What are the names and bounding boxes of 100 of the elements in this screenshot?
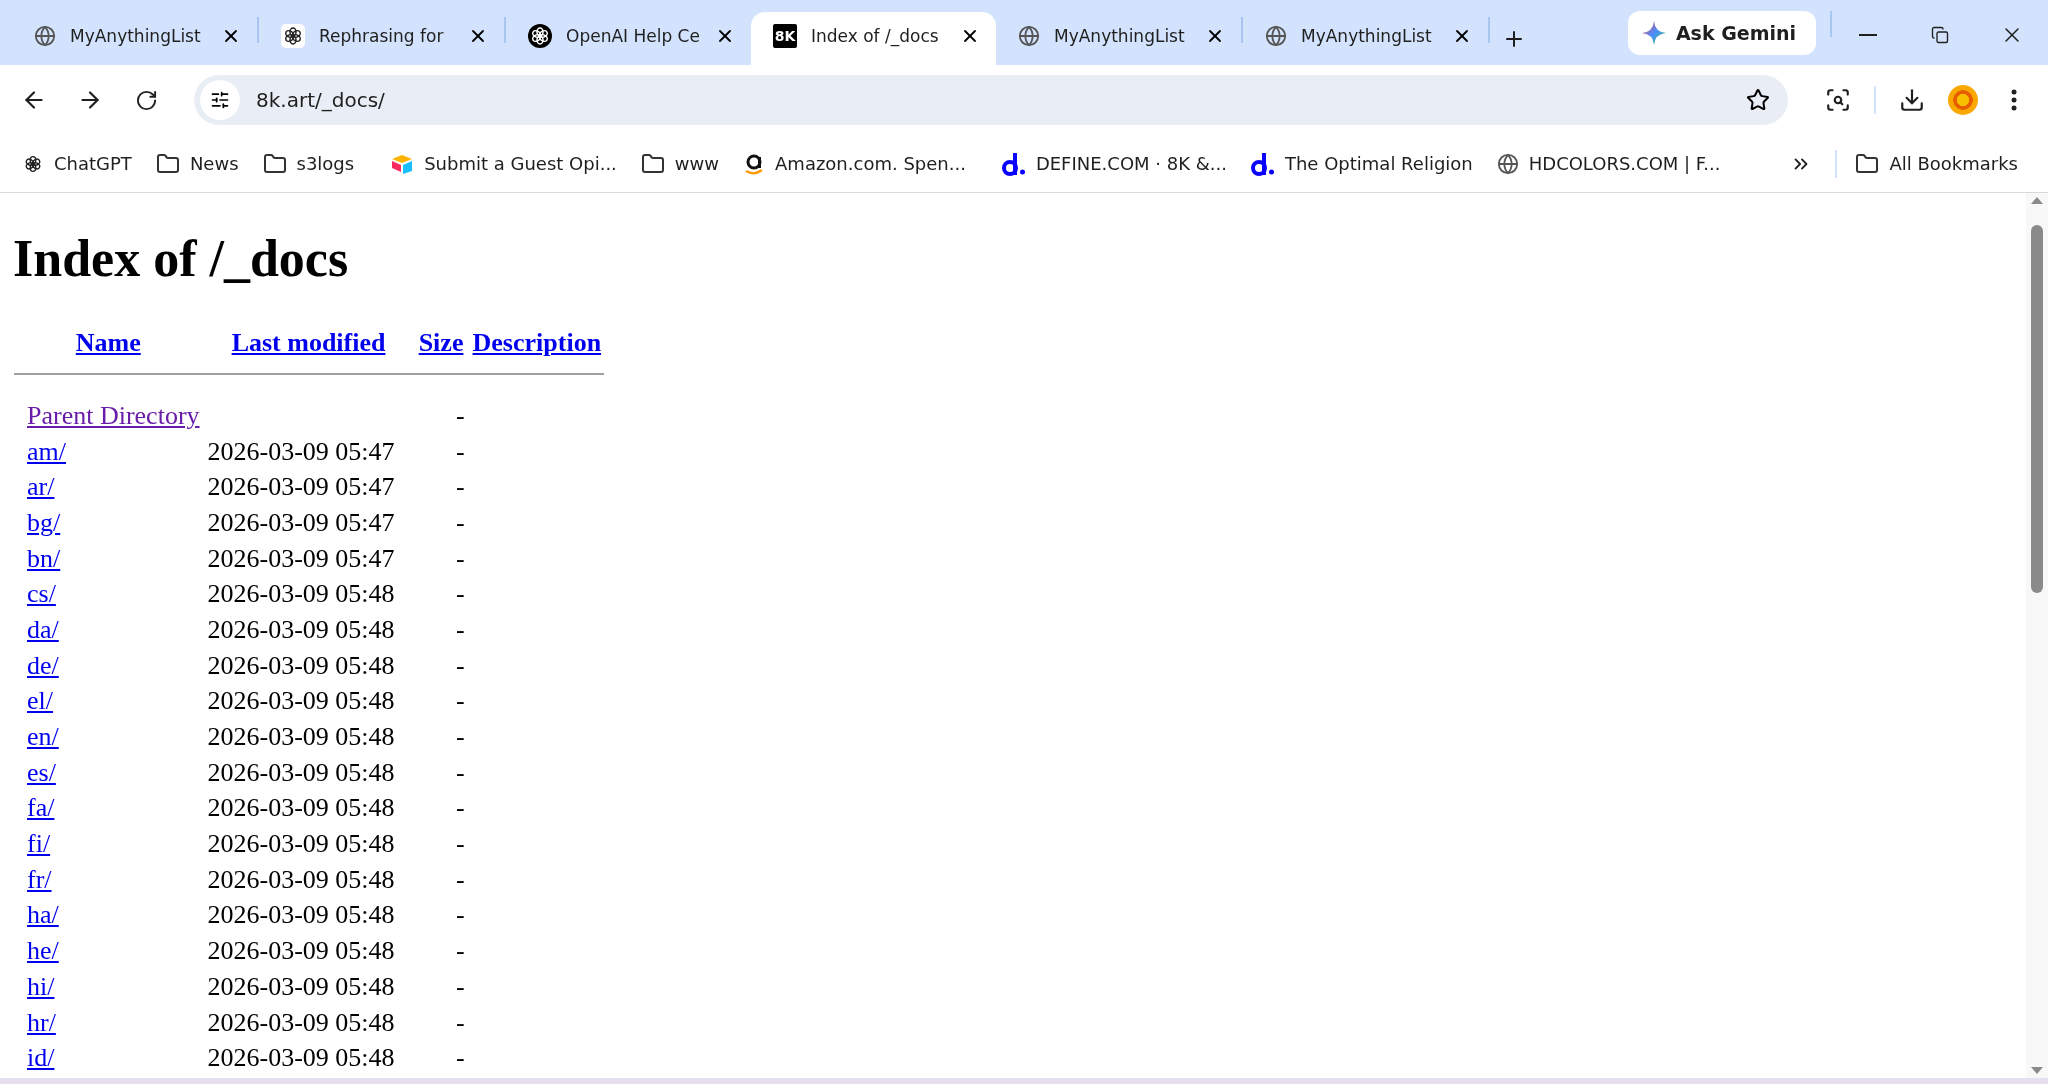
browser-tab[interactable]: MyAnythingList	[12, 12, 257, 65]
globe-icon	[1265, 24, 1287, 47]
ask-gemini-button[interactable]: Ask Gemini	[1627, 11, 1816, 55]
size-value: -	[455, 579, 465, 609]
size-value: -	[455, 650, 465, 680]
all-bookmarks-link[interactable]: All Bookmarks	[1851, 145, 2030, 182]
size-value: -	[455, 1043, 465, 1073]
modified-date: 2026-03-09 05:48	[207, 579, 395, 609]
bookmark-link[interactable]: www	[636, 145, 732, 182]
size-value: -	[455, 864, 465, 894]
directory-link[interactable]: id/	[27, 1043, 55, 1073]
modified-date: 2026-03-09 05:47	[207, 472, 395, 502]
menu-icon	[2011, 89, 2017, 111]
tab-title: OpenAI Help Ce	[566, 25, 701, 46]
column-header-link[interactable]: Last modified	[231, 328, 386, 357]
modified-date: 2026-03-09 05:47	[207, 436, 395, 466]
colored-box-icon	[390, 152, 415, 175]
size-value: -	[455, 829, 465, 859]
sparkle-icon	[1641, 21, 1666, 45]
directory-link[interactable]: fr/	[27, 864, 52, 894]
directory-link[interactable]: fa/	[27, 793, 55, 823]
page-heading: Index of /_docs	[13, 229, 350, 288]
bookmark-link[interactable]: Amazon.com. Spen...	[739, 145, 978, 182]
bookmark-link[interactable]: ChatGPT	[18, 146, 144, 181]
directory-link[interactable]: en/	[27, 722, 59, 752]
size-value: -	[455, 936, 465, 966]
address-field[interactable]: 8k.art/_docs/	[194, 75, 1788, 125]
column-header-link[interactable]: Size	[418, 328, 464, 357]
folder-icon	[262, 151, 287, 176]
directory-link[interactable]: fi/	[27, 829, 51, 859]
modified-date: 2026-03-09 05:48	[207, 722, 395, 752]
directory-link[interactable]: bg/	[27, 507, 61, 537]
browser-tab[interactable]: Rephrasing for	[259, 12, 504, 65]
modified-date: 2026-03-09 05:48	[207, 900, 395, 930]
scrollbar[interactable]	[2026, 193, 2048, 1078]
directory-link[interactable]: el/	[27, 686, 53, 716]
globe-icon	[1018, 24, 1040, 47]
modified-date: 2026-03-09 05:48	[207, 829, 395, 859]
bookmark-link[interactable]: HDCOLORS.COM | F...	[1492, 146, 1733, 181]
globe-icon	[1496, 152, 1519, 175]
openai-icon	[281, 23, 305, 48]
modified-date: 2026-03-09 05:48	[207, 864, 395, 894]
browser-tab[interactable]: MyAnythingList	[996, 12, 1241, 65]
directory-link[interactable]: hr/	[27, 1007, 56, 1037]
restore-icon	[1931, 26, 1949, 44]
tab-title: MyAnythingList	[70, 25, 202, 46]
site-badge: 8K	[773, 23, 797, 48]
minimize-icon	[1859, 34, 1877, 36]
size-value: -	[455, 1007, 465, 1037]
directory-link[interactable]: ha/	[27, 900, 59, 930]
define-logo-icon	[1250, 150, 1275, 177]
browser-tab[interactable]: 8K Index of /_docs	[751, 12, 996, 65]
profile-avatar[interactable]	[1948, 85, 1978, 115]
directory-link[interactable]: es/	[27, 757, 56, 787]
size-value: -	[455, 543, 465, 573]
site-info-button[interactable]	[200, 80, 240, 120]
directory-link[interactable]: am/	[27, 436, 66, 466]
modified-date: 2026-03-09 05:47	[207, 543, 395, 573]
directory-link[interactable]: bn/	[27, 543, 61, 573]
bookmark-link[interactable]: DEFINE.COM · 8K &...	[997, 144, 1239, 183]
browser-tab[interactable]: MyAnythingList	[1243, 12, 1488, 65]
tab-title: Index of /_docs	[811, 25, 940, 46]
modified-date: 2026-03-09 05:48	[207, 757, 395, 787]
size-value: -	[455, 614, 465, 644]
directory-link[interactable]: Parent Directory	[27, 400, 200, 430]
size-value: -	[455, 793, 465, 823]
modified-date: 2026-03-09 05:48	[207, 971, 395, 1001]
size-value: -	[455, 722, 465, 752]
modified-date: 2026-03-09 05:48	[207, 793, 395, 823]
tab-title: MyAnythingList	[1301, 25, 1433, 46]
folder-icon	[640, 151, 665, 176]
directory-link[interactable]: cs/	[27, 579, 56, 609]
directory-link[interactable]: de/	[27, 650, 59, 680]
modified-date: 2026-03-09 05:48	[207, 614, 395, 644]
bookmark-link[interactable]: s3logs	[258, 145, 367, 182]
define-logo-icon	[1001, 150, 1026, 177]
size-value: -	[455, 900, 465, 930]
bookmark-star-icon[interactable]	[1746, 88, 1770, 112]
size-value: -	[455, 472, 465, 502]
tab-title: MyAnythingList	[1054, 25, 1186, 46]
modified-date: 2026-03-09 05:47	[207, 507, 395, 537]
directory-link[interactable]: da/	[27, 614, 59, 644]
bookmark-link[interactable]: Submit a Guest Opi...	[386, 146, 629, 181]
column-header-link[interactable]: Name	[75, 328, 141, 357]
modified-date: 2026-03-09 05:48	[207, 1043, 395, 1073]
search-icon	[1825, 87, 1851, 113]
sliders-icon	[210, 90, 230, 110]
directory-link[interactable]: hi/	[27, 971, 55, 1001]
size-value: -	[455, 436, 465, 466]
modified-date: 2026-03-09 05:48	[207, 1007, 395, 1037]
folder-icon	[155, 151, 180, 176]
bookmark-link[interactable]: News	[151, 145, 251, 182]
size-value: -	[455, 507, 465, 537]
column-header-link[interactable]: Description	[472, 328, 602, 357]
directory-link[interactable]: ar/	[27, 472, 55, 502]
directory-link[interactable]: he/	[27, 936, 59, 966]
browser-tab[interactable]: OpenAI Help Ce	[506, 12, 751, 65]
bookmark-link[interactable]: The Optimal Religion	[1246, 144, 1485, 183]
size-value: -	[455, 686, 465, 716]
tab-title: Rephrasing for	[319, 25, 445, 46]
